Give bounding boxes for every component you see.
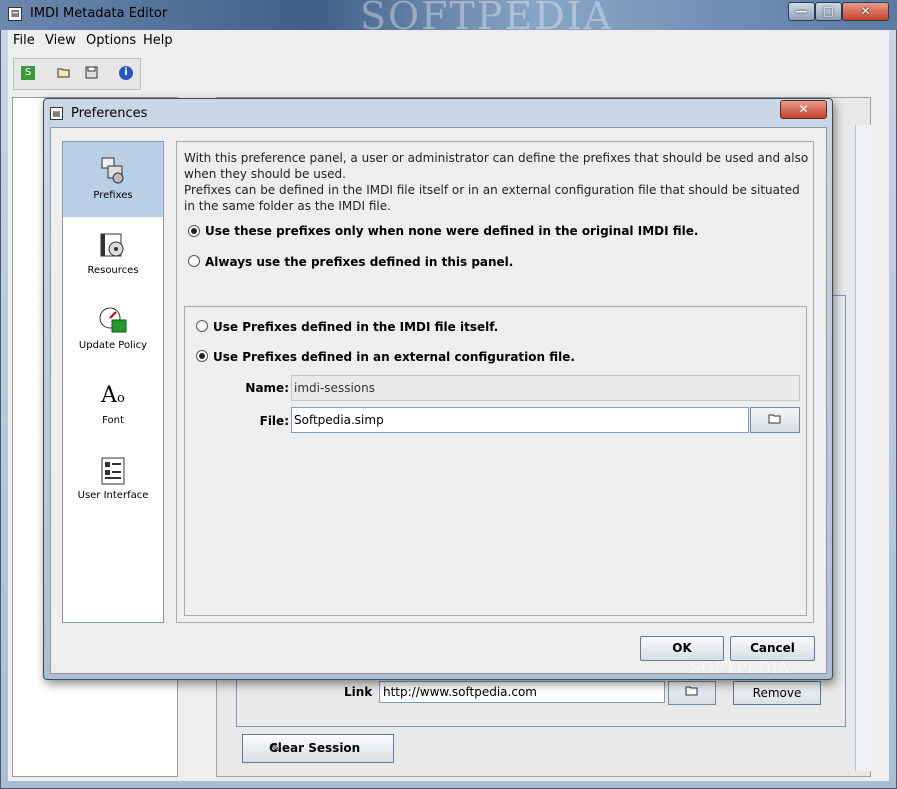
user-interface-icon [98,456,128,486]
category-font[interactable]: Ao Font [63,367,163,442]
new-session-icon[interactable]: S [21,66,35,80]
radio-always-use[interactable] [188,255,200,267]
name-label: Name: [245,381,289,395]
open-folder-icon [685,686,699,699]
radio-in-imdi-file[interactable] [196,320,208,332]
description-text-1: With this preference panel, a user or ad… [184,151,809,181]
dialog-icon: ▤ [50,107,63,120]
softpedia-watermark: SOFTPEDIA [690,658,789,677]
vertical-scrollbar[interactable] [855,125,871,771]
menu-bar [8,30,889,52]
remove-button[interactable]: Remove [733,681,821,705]
open-folder-icon [768,413,782,427]
radio-external-file[interactable] [196,350,208,362]
save-icon[interactable] [84,66,98,80]
menu-help[interactable]: Help [143,33,173,48]
category-user-interface[interactable]: User Interface [63,442,163,517]
file-browse-button[interactable] [750,407,800,433]
dialog-title: Preferences [71,106,148,121]
clear-session-button[interactable]: Clear Session [242,734,394,763]
radio-use-only-when-none-label: Use these prefixes only when none were d… [205,224,699,238]
close-button[interactable]: ✕ [842,2,889,21]
update-policy-icon [98,306,128,336]
radio-in-imdi-file-label: Use Prefixes defined in the IMDI file it… [213,320,499,334]
maximize-button[interactable]: □ [815,2,842,21]
category-update-policy[interactable]: Update Policy [63,292,163,367]
file-field[interactable]: Softpedia.simp [291,407,749,433]
resources-icon [98,231,128,261]
app-title: IMDI Metadata Editor [30,6,168,21]
eraser-icon: ✎ [270,741,281,755]
radio-use-only-when-none[interactable] [188,225,200,237]
link-label: Link [344,685,373,699]
minimize-button[interactable]: — [788,2,815,21]
radio-external-file-label: Use Prefixes defined in an external conf… [213,350,575,364]
menu-view[interactable]: View [45,33,76,48]
menu-file[interactable]: File [13,33,35,48]
menu-options[interactable]: Options [86,33,136,48]
file-label: File: [259,414,289,428]
app-icon: ▤ [8,7,22,21]
radio-always-use-label: Always use the prefixes defined in this … [205,255,514,269]
description-text-2: Prefixes can be defined in the IMDI file… [184,183,800,213]
font-icon: Ao [101,383,125,408]
prefixes-icon [98,156,128,186]
open-folder-icon[interactable] [57,66,71,80]
name-field: imdi-sessions [291,375,800,401]
category-prefixes[interactable]: Prefixes [63,142,163,217]
link-browse-button[interactable] [668,681,716,705]
info-icon[interactable]: i [119,66,133,80]
link-input[interactable]: http://www.softpedia.com [379,681,665,703]
dialog-close-button[interactable]: ✕ [780,100,827,119]
category-resources[interactable]: Resources [63,217,163,292]
